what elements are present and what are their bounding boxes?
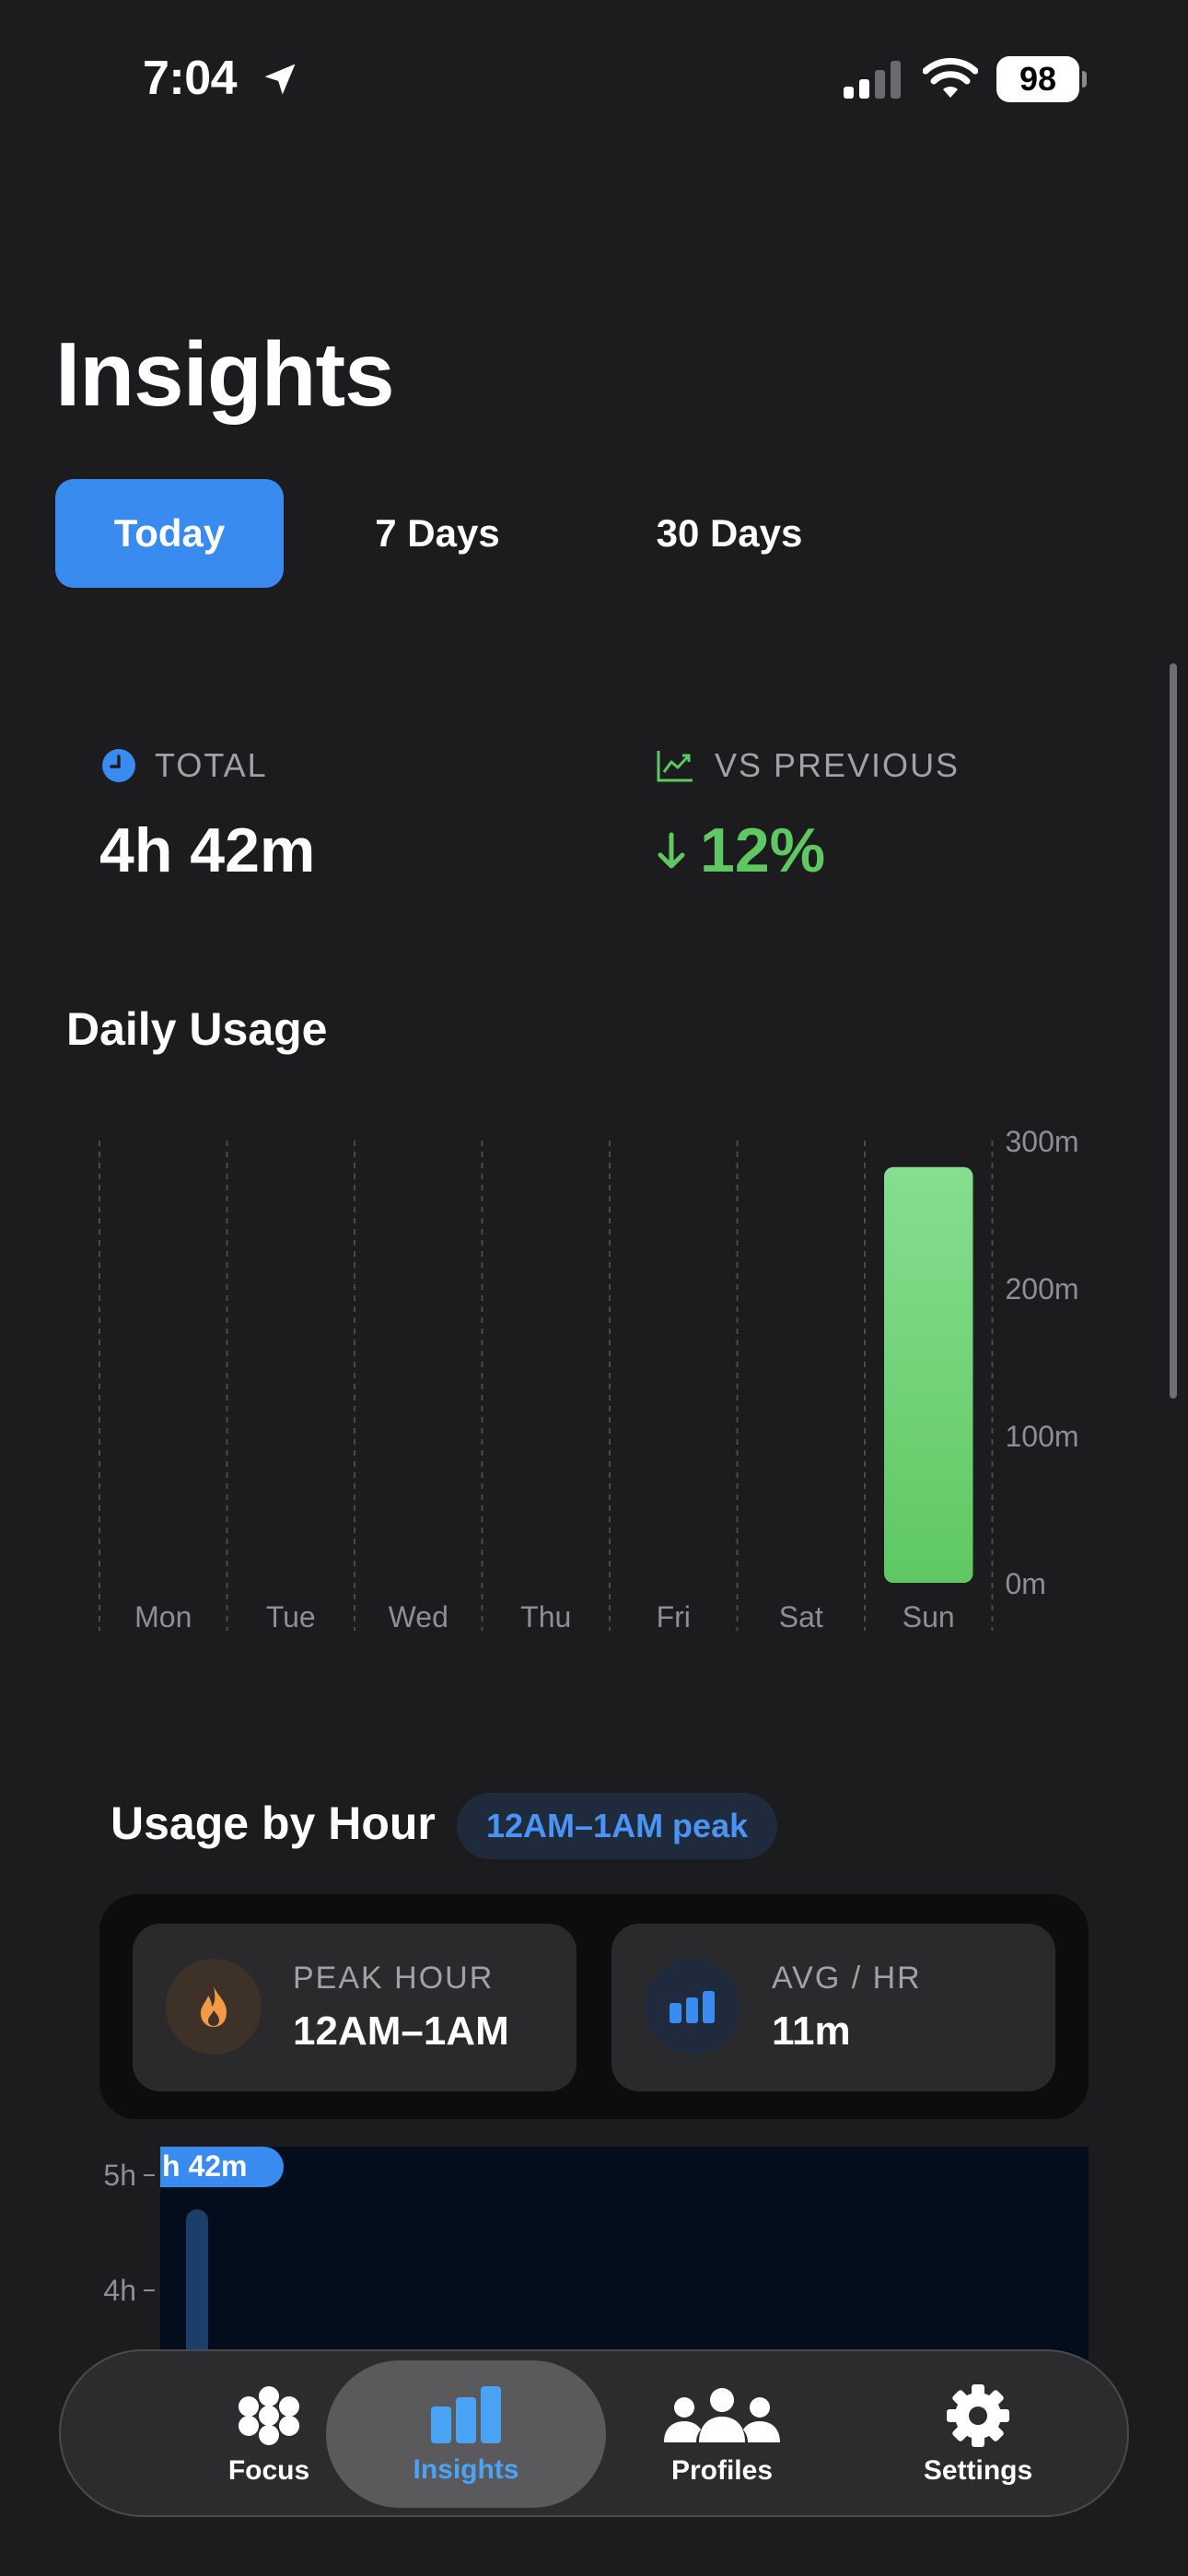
- arrow-down-icon: [658, 832, 685, 869]
- segment-7-days[interactable]: 7 Days: [284, 479, 591, 588]
- tab-insights-label: Insights: [413, 2454, 519, 2485]
- x-tick-sat: Sat: [779, 1600, 823, 1633]
- tab-profiles-label: Profiles: [670, 2455, 774, 2486]
- tab-settings-label: Settings: [923, 2455, 1033, 2486]
- hour-tick-5h: 5h: [103, 2159, 136, 2192]
- bar-chart-small-icon: [670, 1991, 715, 2023]
- people-icon: [664, 2388, 780, 2442]
- y-tick-300m: 300m: [1006, 1125, 1079, 1158]
- tab-bar: Focus Insights Profiles Settings: [59, 2349, 1129, 2517]
- scroll-indicator[interactable]: [1170, 663, 1177, 1399]
- segment-30-days[interactable]: 30 Days: [591, 479, 868, 588]
- status-time: 7:04: [143, 52, 238, 105]
- avg-per-hour-value: 11m: [772, 2008, 851, 2054]
- trend-chart-icon: [657, 751, 693, 782]
- tab-focus-label: Focus: [227, 2455, 310, 2486]
- peak-hour-label: PEAK HOUR: [293, 1961, 495, 1996]
- x-tick-mon: Mon: [134, 1600, 192, 1633]
- gear-icon: [947, 2384, 1009, 2447]
- total-label: TOTAL: [155, 746, 268, 784]
- hour-metrics-panel: PEAK HOUR 12AM–1AM AVG / HR 11m: [99, 1894, 1089, 2119]
- avg-per-hour-card: AVG / HR 11m: [611, 1924, 1055, 2091]
- flower-icon: [239, 2386, 299, 2445]
- x-tick-sun: Sun: [903, 1600, 955, 1633]
- x-tick-wed: Wed: [389, 1600, 448, 1633]
- cellular-signal-icon: [844, 61, 901, 99]
- flame-icon: [201, 1986, 227, 2027]
- vs-previous-value: 12%: [700, 815, 826, 885]
- flame-icon-circle: [166, 1959, 262, 2055]
- battery-nub: [1082, 71, 1087, 88]
- range-segmented-control: Today 7 Days 30 Days: [55, 479, 868, 588]
- y-tick-100m: 100m: [1006, 1420, 1079, 1453]
- x-tick-tue: Tue: [266, 1600, 316, 1633]
- bars-icon-circle: [645, 1959, 740, 2055]
- vs-previous-label: VS PREVIOUS: [715, 746, 961, 784]
- tab-insights[interactable]: Insights: [326, 2360, 606, 2508]
- battery-indicator: 98: [996, 56, 1087, 102]
- daily-usage-title: Daily Usage: [66, 1003, 328, 1055]
- bar-sun: [884, 1166, 973, 1583]
- x-tick-fri: Fri: [657, 1600, 691, 1633]
- location-arrow-icon: [264, 64, 296, 95]
- hour-tick-4h: 4h: [103, 2274, 136, 2307]
- battery-level: 98: [996, 56, 1079, 102]
- bar-chart-icon: [431, 2386, 501, 2443]
- y-tick-0m: 0m: [1006, 1567, 1046, 1600]
- hour-callout-text: h 42m: [162, 2149, 247, 2183]
- tab-settings[interactable]: Settings: [858, 2351, 1098, 2519]
- usage-by-hour-title: Usage by Hour: [111, 1797, 436, 1849]
- peak-badge: 12AM–1AM peak: [457, 1793, 778, 1859]
- avg-per-hour-label: AVG / HR: [772, 1961, 922, 1996]
- peak-hour-card: PEAK HOUR 12AM–1AM: [133, 1924, 577, 2091]
- clock-icon: [102, 749, 135, 782]
- peak-hour-value: 12AM–1AM: [293, 2008, 509, 2054]
- y-tick-200m: 200m: [1006, 1272, 1079, 1306]
- total-value: 4h 42m: [99, 815, 316, 885]
- tab-profiles[interactable]: Profiles: [602, 2351, 842, 2519]
- segment-today[interactable]: Today: [55, 479, 284, 588]
- page-title: Insights: [55, 323, 395, 425]
- x-tick-thu: Thu: [520, 1600, 571, 1633]
- wifi-icon: [923, 58, 978, 98]
- daily-usage-chart: Mon Tue Wed Thu Fri Sat Sun 0m 100m 200m 300m: [99, 1125, 1079, 1633]
